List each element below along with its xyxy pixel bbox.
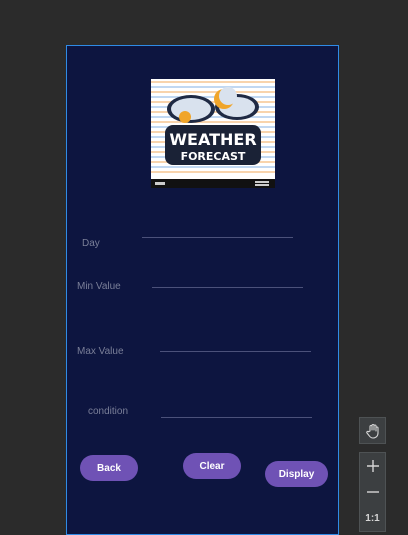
design-canvas: WEATHER FORECAST Day Min Value Max Value… <box>0 0 408 535</box>
zoom-reset-button[interactable]: 1:1 <box>360 505 385 531</box>
min-value-label: Min Value <box>77 281 121 292</box>
min-value-input[interactable] <box>152 287 303 288</box>
max-value-label: Max Value <box>77 346 124 357</box>
pan-tool-button[interactable] <box>359 417 386 444</box>
day-label: Day <box>82 238 100 249</box>
plus-icon <box>366 460 379 472</box>
condition-input[interactable] <box>161 417 312 418</box>
zoom-out-button[interactable] <box>360 479 385 505</box>
weather-forecast-logo: WEATHER FORECAST <box>151 79 275 188</box>
max-value-input[interactable] <box>160 351 311 352</box>
day-input[interactable] <box>142 237 293 238</box>
condition-label: condition <box>88 406 129 417</box>
clear-button[interactable]: Clear <box>183 453 241 479</box>
zoom-controls: 1:1 <box>359 452 386 532</box>
logo-line2: FORECAST <box>181 150 246 163</box>
hand-icon <box>365 423 379 439</box>
weather-logo-graphic: WEATHER FORECAST <box>151 81 275 188</box>
minus-icon <box>366 491 379 493</box>
logo-line1: WEATHER <box>169 130 256 149</box>
display-button[interactable]: Display <box>265 461 328 487</box>
phone-screen-preview[interactable]: WEATHER FORECAST Day Min Value Max Value… <box>66 45 339 535</box>
zoom-in-button[interactable] <box>360 453 385 479</box>
back-button[interactable]: Back <box>80 455 138 481</box>
